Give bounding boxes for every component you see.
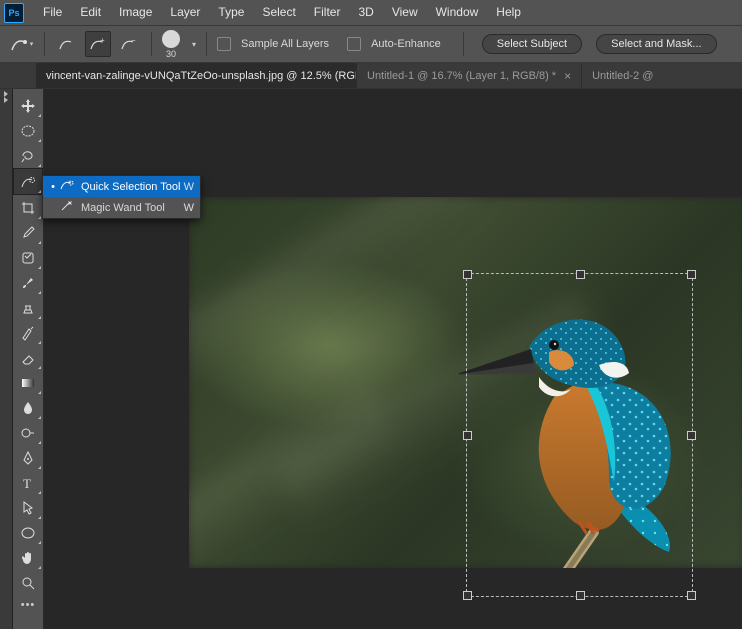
new-selection-icon[interactable] (55, 32, 79, 56)
auto-enhance-label: Auto-Enhance (371, 38, 441, 50)
menu-layer[interactable]: Layer (161, 0, 209, 25)
menubar: Ps File Edit Image Layer Type Select Fil… (0, 0, 742, 25)
clone-stamp-tool[interactable] (14, 295, 42, 320)
tab-document-1[interactable]: Untitled-1 @ 16.7% (Layer 1, RGB/8) * × (357, 63, 582, 88)
flyout-label: Quick Selection Tool (81, 181, 180, 193)
blur-tool[interactable] (14, 395, 42, 420)
shape-tool[interactable] (14, 520, 42, 545)
flyout-label: Magic Wand Tool (81, 202, 165, 214)
handle-n[interactable] (576, 270, 585, 279)
menu-image[interactable]: Image (110, 0, 161, 25)
tool-flyout: • Quick Selection Tool W Magic Wand Tool… (42, 175, 201, 219)
active-dot-icon: • (49, 181, 57, 193)
handle-sw[interactable] (463, 591, 472, 600)
handle-ne[interactable] (687, 270, 696, 279)
toolbox: T ••• (13, 89, 44, 629)
pen-tool[interactable] (14, 445, 42, 470)
zoom-tool[interactable] (14, 570, 42, 595)
document-tabs: vincent-van-zalinge-vUNQaTtZeOo-unsplash… (0, 63, 742, 88)
brush-tool[interactable] (14, 270, 42, 295)
transform-bounding-box[interactable] (466, 273, 693, 597)
handle-w[interactable] (463, 431, 472, 440)
history-brush-tool[interactable] (14, 320, 42, 345)
handle-nw[interactable] (463, 270, 472, 279)
tab-label: vincent-van-zalinge-vUNQaTtZeOo-unsplash… (46, 70, 357, 82)
add-to-selection-icon[interactable]: + (85, 31, 111, 57)
lasso-tool[interactable] (14, 143, 42, 168)
handle-e[interactable] (687, 431, 696, 440)
workspace: T ••• (0, 89, 742, 629)
quick-selection-icon (59, 179, 75, 194)
collapsed-panel-dock[interactable] (0, 89, 13, 629)
close-icon[interactable]: × (564, 69, 571, 83)
eyedropper-tool[interactable] (14, 220, 42, 245)
current-tool-icon[interactable]: ▾ (10, 32, 34, 56)
crop-tool[interactable] (14, 195, 42, 220)
healing-brush-tool[interactable] (14, 245, 42, 270)
options-bar: ▾ + − 30 ▾ Sample All Layers Auto-Enhanc… (0, 25, 742, 63)
tab-label: Untitled-1 @ 16.7% (Layer 1, RGB/8) * (367, 70, 556, 82)
sample-all-layers-label: Sample All Layers (241, 38, 329, 50)
flyout-item-quick-selection[interactable]: • Quick Selection Tool W (43, 176, 200, 197)
menu-3d[interactable]: 3D (349, 0, 382, 25)
marquee-tool[interactable] (14, 118, 42, 143)
gradient-tool[interactable] (14, 370, 42, 395)
menu-filter[interactable]: Filter (305, 0, 350, 25)
tab-label: Untitled-2 @ (592, 70, 653, 82)
menu-view[interactable]: View (383, 0, 427, 25)
select-subject-button[interactable]: Select Subject (482, 34, 582, 54)
handle-s[interactable] (576, 591, 585, 600)
subtract-from-selection-icon[interactable]: − (117, 32, 141, 56)
hand-tool[interactable] (14, 545, 42, 570)
menu-window[interactable]: Window (427, 0, 488, 25)
quick-selection-tool[interactable] (13, 168, 43, 195)
svg-text:−: − (131, 37, 136, 45)
move-tool[interactable] (14, 93, 42, 118)
flyout-item-magic-wand[interactable]: Magic Wand Tool W (43, 197, 200, 218)
type-tool[interactable]: T (14, 470, 42, 495)
handle-se[interactable] (687, 591, 696, 600)
menu-file[interactable]: File (34, 0, 71, 25)
auto-enhance-checkbox[interactable] (347, 37, 361, 51)
flyout-shortcut: W (184, 181, 194, 193)
tab-document-2[interactable]: Untitled-2 @ (582, 63, 742, 88)
menu-select[interactable]: Select (253, 0, 304, 25)
flyout-shortcut: W (184, 202, 194, 214)
menu-edit[interactable]: Edit (71, 0, 110, 25)
eraser-tool[interactable] (14, 345, 42, 370)
tab-document-0[interactable]: vincent-van-zalinge-vUNQaTtZeOo-unsplash… (36, 63, 357, 88)
menu-type[interactable]: Type (209, 0, 253, 25)
brush-picker[interactable]: 30 (162, 30, 180, 59)
svg-text:T: T (23, 476, 31, 490)
select-and-mask-button[interactable]: Select and Mask... (596, 34, 717, 54)
canvas-area[interactable] (44, 89, 742, 629)
menu-help[interactable]: Help (487, 0, 530, 25)
magic-wand-icon (59, 200, 75, 215)
edit-toolbar-button[interactable]: ••• (13, 595, 43, 615)
dodge-tool[interactable] (14, 420, 42, 445)
svg-text:+: + (100, 37, 105, 45)
sample-all-layers-checkbox[interactable] (217, 37, 231, 51)
ps-logo: Ps (4, 3, 24, 23)
path-selection-tool[interactable] (14, 495, 42, 520)
